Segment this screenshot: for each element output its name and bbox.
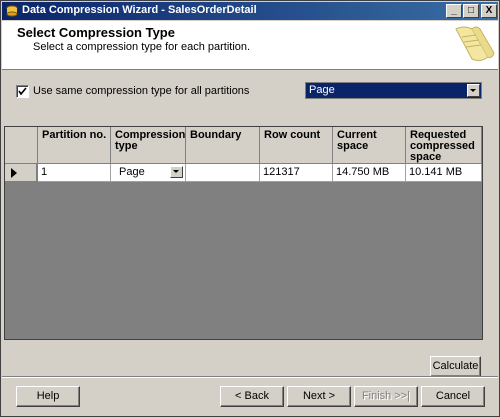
maximize-button[interactable]: □	[463, 4, 479, 18]
column-header-requested-space[interactable]: Requested compressed space	[406, 127, 482, 164]
row-selector[interactable]	[5, 164, 37, 182]
scroll-icon	[455, 26, 495, 62]
cell-boundary[interactable]	[186, 164, 260, 182]
back-button[interactable]: < Back	[220, 386, 284, 407]
column-header-row-count[interactable]: Row count	[260, 127, 333, 164]
chevron-down-icon	[470, 89, 476, 92]
page-subtitle: Select a compression type for each parti…	[33, 41, 251, 53]
cell-dropdown-button[interactable]	[170, 166, 183, 178]
finish-button[interactable]: Finish >>|	[354, 386, 418, 407]
window-title: Data Compression Wizard - SalesOrderDeta…	[22, 4, 257, 16]
partitions-grid[interactable]: Partition no. Compression type Boundary …	[4, 126, 483, 340]
column-header-boundary[interactable]: Boundary	[186, 127, 260, 164]
column-header-partition[interactable]: Partition no.	[38, 127, 111, 164]
wizard-header: Select Compression Type Select a compres…	[2, 21, 498, 70]
cell-current-space[interactable]: 14.750 MB	[333, 164, 406, 182]
next-button[interactable]: Next >	[287, 386, 351, 407]
close-button[interactable]: X	[481, 4, 497, 18]
page-title: Select Compression Type	[17, 25, 175, 40]
cell-compression-type[interactable]: Page	[111, 164, 186, 182]
wizard-window: Data Compression Wizard - SalesOrderDeta…	[0, 0, 500, 417]
current-row-arrow-icon	[11, 168, 17, 178]
minimize-button[interactable]: _	[446, 4, 462, 18]
cell-row-count[interactable]: 121317	[260, 164, 333, 182]
cell-partition[interactable]: 1	[38, 164, 111, 182]
calculate-button[interactable]: Calculate	[430, 356, 481, 377]
check-icon	[18, 87, 27, 96]
same-type-label: Use same compression type for all partit…	[33, 85, 250, 97]
cell-compression-value: Page	[119, 166, 145, 178]
combo-dropdown-button[interactable]	[467, 84, 480, 97]
app-icon	[6, 5, 18, 17]
same-type-checkbox[interactable]	[16, 85, 29, 98]
help-button[interactable]: Help	[16, 386, 80, 407]
column-header-current-space[interactable]: Current space	[333, 127, 406, 164]
corner-header	[5, 127, 38, 164]
cancel-button[interactable]: Cancel	[421, 386, 485, 407]
cell-requested-space[interactable]: 10.141 MB	[406, 164, 482, 182]
compression-type-combo[interactable]: Page	[305, 82, 482, 99]
column-header-compression-type[interactable]: Compression type	[111, 127, 186, 164]
compression-type-value: Page	[309, 84, 335, 96]
title-bar[interactable]: Data Compression Wizard - SalesOrderDeta…	[2, 2, 498, 20]
footer-separator	[2, 376, 498, 378]
chevron-down-icon	[173, 170, 179, 173]
